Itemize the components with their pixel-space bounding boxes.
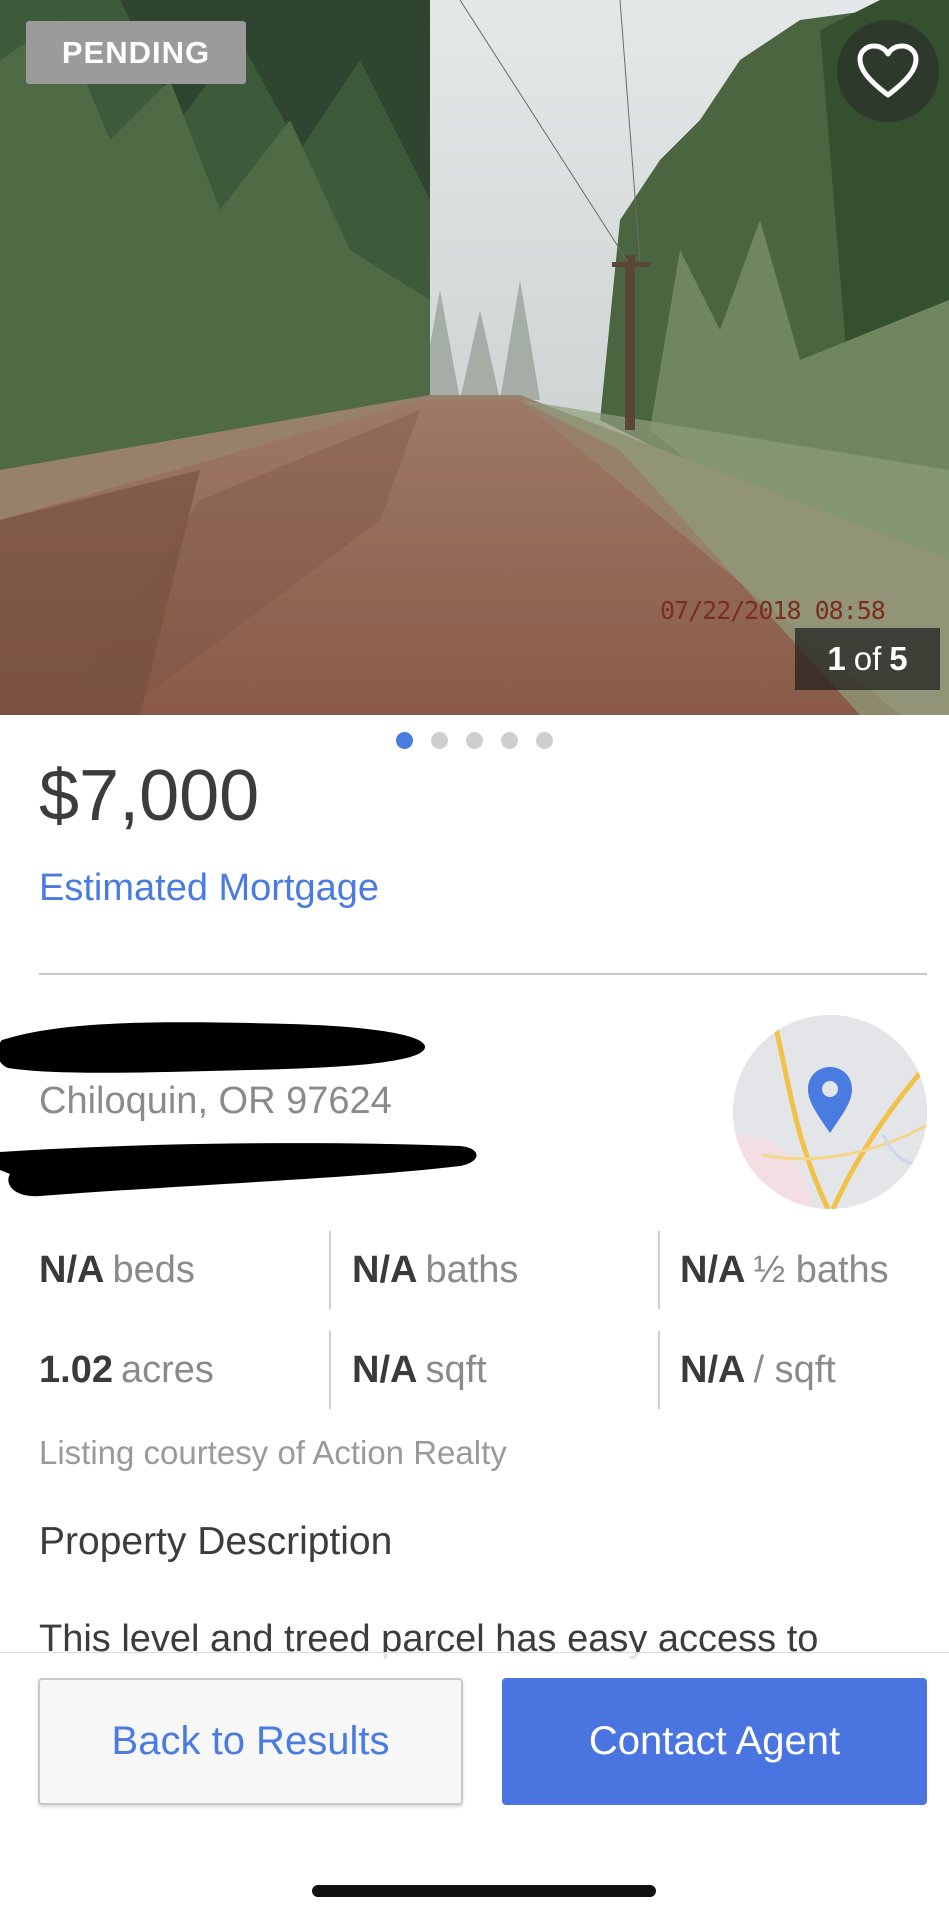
- photo-timestamp: 07/22/2018 08:58: [660, 596, 886, 625]
- status-badge: PENDING: [26, 21, 246, 84]
- favorite-button[interactable]: [837, 20, 939, 122]
- redaction-mark: [0, 1022, 426, 1073]
- carousel-dot[interactable]: [431, 732, 448, 749]
- carousel-dot[interactable]: [536, 732, 553, 749]
- property-facts: N/A beds N/A baths N/A ½ baths 1.02 acre…: [0, 1220, 949, 1420]
- facts-row: 1.02 acres N/A sqft N/A / sqft: [0, 1320, 949, 1420]
- fact-half-baths: N/A ½ baths: [658, 1231, 949, 1309]
- counter-current: 1: [827, 640, 846, 677]
- counter-of: of: [853, 640, 882, 677]
- carousel-dot[interactable]: [466, 732, 483, 749]
- fact-value: 1.02: [39, 1348, 113, 1391]
- listing-courtesy: Listing courtesy of Action Realty: [39, 1434, 507, 1471]
- photo-counter: 1 of 5: [795, 628, 940, 690]
- back-to-results-button[interactable]: Back to Results: [38, 1678, 463, 1805]
- estimated-mortgage-link[interactable]: Estimated Mortgage: [39, 867, 379, 910]
- contact-agent-button[interactable]: Contact Agent: [502, 1678, 927, 1805]
- map-thumbnail[interactable]: [733, 1015, 927, 1209]
- counter-total: 5: [889, 640, 908, 677]
- fact-price-per-sqft: N/A / sqft: [658, 1331, 949, 1409]
- home-indicator[interactable]: [312, 1885, 656, 1897]
- address-city: Chiloquin, OR 97624: [39, 1080, 392, 1122]
- fact-beds: N/A beds: [0, 1220, 329, 1320]
- carousel-dot[interactable]: [396, 732, 413, 749]
- divider: [0, 1652, 949, 1653]
- facts-row: N/A beds N/A baths N/A ½ baths: [0, 1220, 949, 1320]
- fact-acres: 1.02 acres: [0, 1320, 329, 1420]
- fact-value: N/A: [680, 1348, 746, 1391]
- redaction-mark: [0, 1143, 477, 1197]
- fact-value: N/A: [39, 1248, 105, 1291]
- fact-sqft: N/A sqft: [329, 1331, 639, 1409]
- fact-baths: N/A baths: [329, 1231, 639, 1309]
- listing-price: $7,000: [39, 756, 260, 836]
- fact-label: baths: [425, 1248, 519, 1291]
- map-icon: [733, 1015, 927, 1209]
- heart-outline-icon: [857, 43, 919, 98]
- fact-label: / sqft: [753, 1348, 836, 1391]
- fact-value: N/A: [352, 1248, 418, 1291]
- fact-label: acres: [120, 1348, 214, 1391]
- carousel-dot[interactable]: [501, 732, 518, 749]
- carousel-dots[interactable]: [0, 732, 949, 749]
- fact-value: N/A: [680, 1248, 746, 1291]
- divider: [39, 973, 927, 975]
- listing-photo[interactable]: PENDING 07/22/2018 08:58 1 of 5: [0, 0, 949, 715]
- fact-label: ½ baths: [753, 1248, 889, 1291]
- fact-label: sqft: [425, 1348, 487, 1391]
- section-title: Property Description: [39, 1520, 393, 1563]
- fact-label: beds: [112, 1248, 195, 1291]
- fact-value: N/A: [352, 1348, 418, 1391]
